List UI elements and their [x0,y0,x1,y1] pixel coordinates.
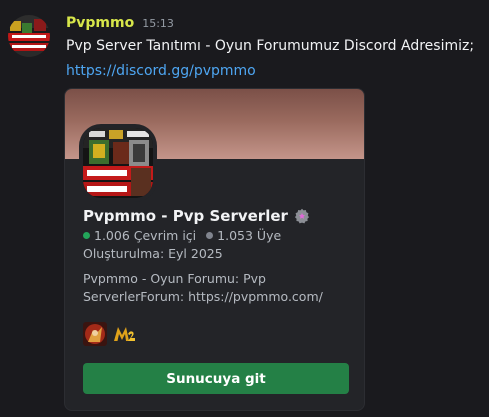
message-timestamp: 15:13 [142,17,174,30]
server-name-text: Pvpmmo - Pvp Serverler [83,207,288,225]
message-header: Pvpmmo 15:13 [66,15,174,35]
online-dot-icon [83,232,90,239]
members-dot-icon [206,232,214,239]
server-name: Pvpmmo - Pvp Serverler [83,207,310,225]
server-stats: 1.006 Çevrim içi 1.053 Üye [83,228,281,243]
invite-link[interactable]: https://discord.gg/pvpmmo [66,63,256,79]
server-created-date: Oluşturulma: Eyl 2025 [83,246,223,261]
server-badge-icon [294,208,310,224]
author-name[interactable]: Pvpmmo [66,15,134,31]
author-avatar[interactable] [8,15,50,57]
chat-message: Pvpmmo 15:13 Pvp Server Tanıtımı - Oyun … [0,0,489,417]
server-icon-frame [79,124,157,202]
server-invite-card: Pvpmmo - Pvp Serverler 1.006 Çevrim içi … [64,88,365,411]
server-description: Pvpmmo - Oyun Forumu: Pvp ServerlerForum… [83,271,323,304]
m2-logo-emoji-icon[interactable] [113,322,137,346]
member-count: 1.053 Üye [217,228,282,243]
join-server-button[interactable]: Sunucuya git [83,363,349,394]
server-icon[interactable] [83,128,153,198]
message-text: Pvp Server Tanıtımı - Oyun Forumumuz Dis… [66,38,475,54]
online-count: 1.006 Çevrim içi [94,228,197,243]
server-emoji-list [83,322,137,346]
warrior-emoji-icon[interactable] [83,322,107,346]
